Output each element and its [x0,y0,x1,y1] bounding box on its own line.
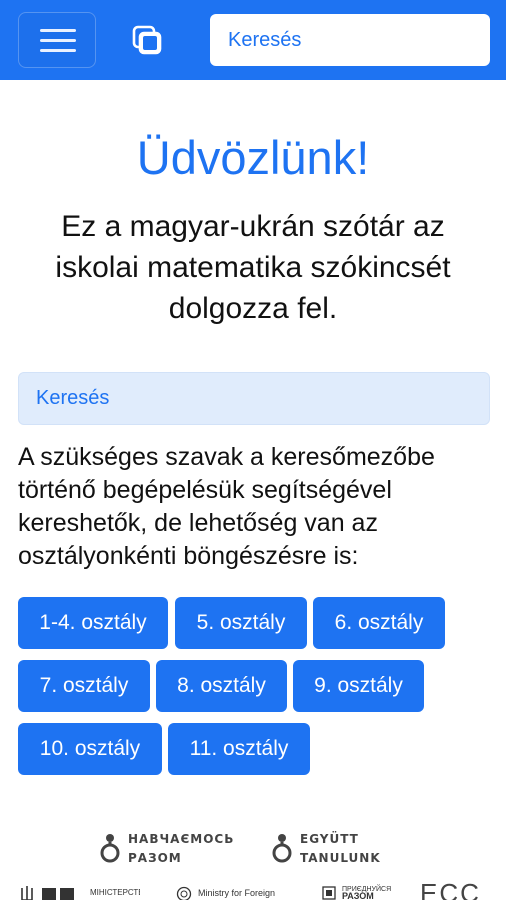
grade-button-8[interactable]: 8. osztály [156,660,287,712]
partner-logo-ministry-foreign: Ministry for Foreign [176,884,306,900]
partner-ecc-text: ECC [420,880,480,900]
logo-ua-line2: РАЗОМ [128,851,182,865]
grade-button-1-4[interactable]: 1-4. osztály [18,597,168,649]
logo-hu-line1: EGYÜTT [300,832,359,846]
logo-hu-line2: TANULUNK [300,851,381,865]
partner-logo-ministry-ua: МІНІСТЕРСТВО [20,884,140,900]
top-navbar [0,0,506,80]
intro-text: Ez a magyar-ukrán szótár az iskolai mate… [55,210,451,325]
partner-razom-text-2: РАЗОМ [342,891,374,900]
top-search-input[interactable] [210,14,490,66]
pin-logo-icon [100,834,120,863]
grade-button-10[interactable]: 10. osztály [18,723,162,775]
grade-button-9[interactable]: 9. osztály [293,660,424,712]
grade-button-6[interactable]: 6. osztály [313,597,445,649]
hamburger-bar [40,49,76,52]
grade-button-11[interactable]: 11. osztály [168,723,310,775]
menu-button[interactable] [18,12,96,68]
globe-icon [176,886,192,900]
mon-logo-icon [42,888,74,900]
hamburger-bar [40,39,76,42]
partner-logo-ecc: ECC [420,880,480,900]
info-text: A szükséges szavak a keresőmezőbe történ… [18,443,435,570]
grade-button-7[interactable]: 7. osztály [18,660,150,712]
pin-logo-icon [272,834,292,863]
copy-overlap-icon [132,25,162,55]
partner-ministry-ua-text: МІНІСТЕРСТВО [90,888,140,897]
logo-navchaemos-razom: НАВЧАЄМОСЬ РАЗОМ [100,830,250,870]
copy-button[interactable] [128,22,166,58]
hamburger-menu-icon [40,29,76,32]
partner-ministry-foreign-text: Ministry for Foreign [198,888,276,898]
search-panel[interactable]: Keresés [18,372,490,425]
grade-button-5[interactable]: 5. osztály [175,597,307,649]
partner-logo-razom: ПРИЄДНУЙСЯ РАЗОМ [322,884,402,900]
welcome-title: Üdvözlünk! [136,131,370,184]
logo-egyutt-tanulunk: EGYÜTT TANULUNK [272,830,392,870]
flag-box-icon [322,886,336,900]
logo-ua-line1: НАВЧАЄМОСЬ [128,832,235,846]
trident-icon [21,886,33,900]
search-panel-label: Keresés [36,387,110,409]
